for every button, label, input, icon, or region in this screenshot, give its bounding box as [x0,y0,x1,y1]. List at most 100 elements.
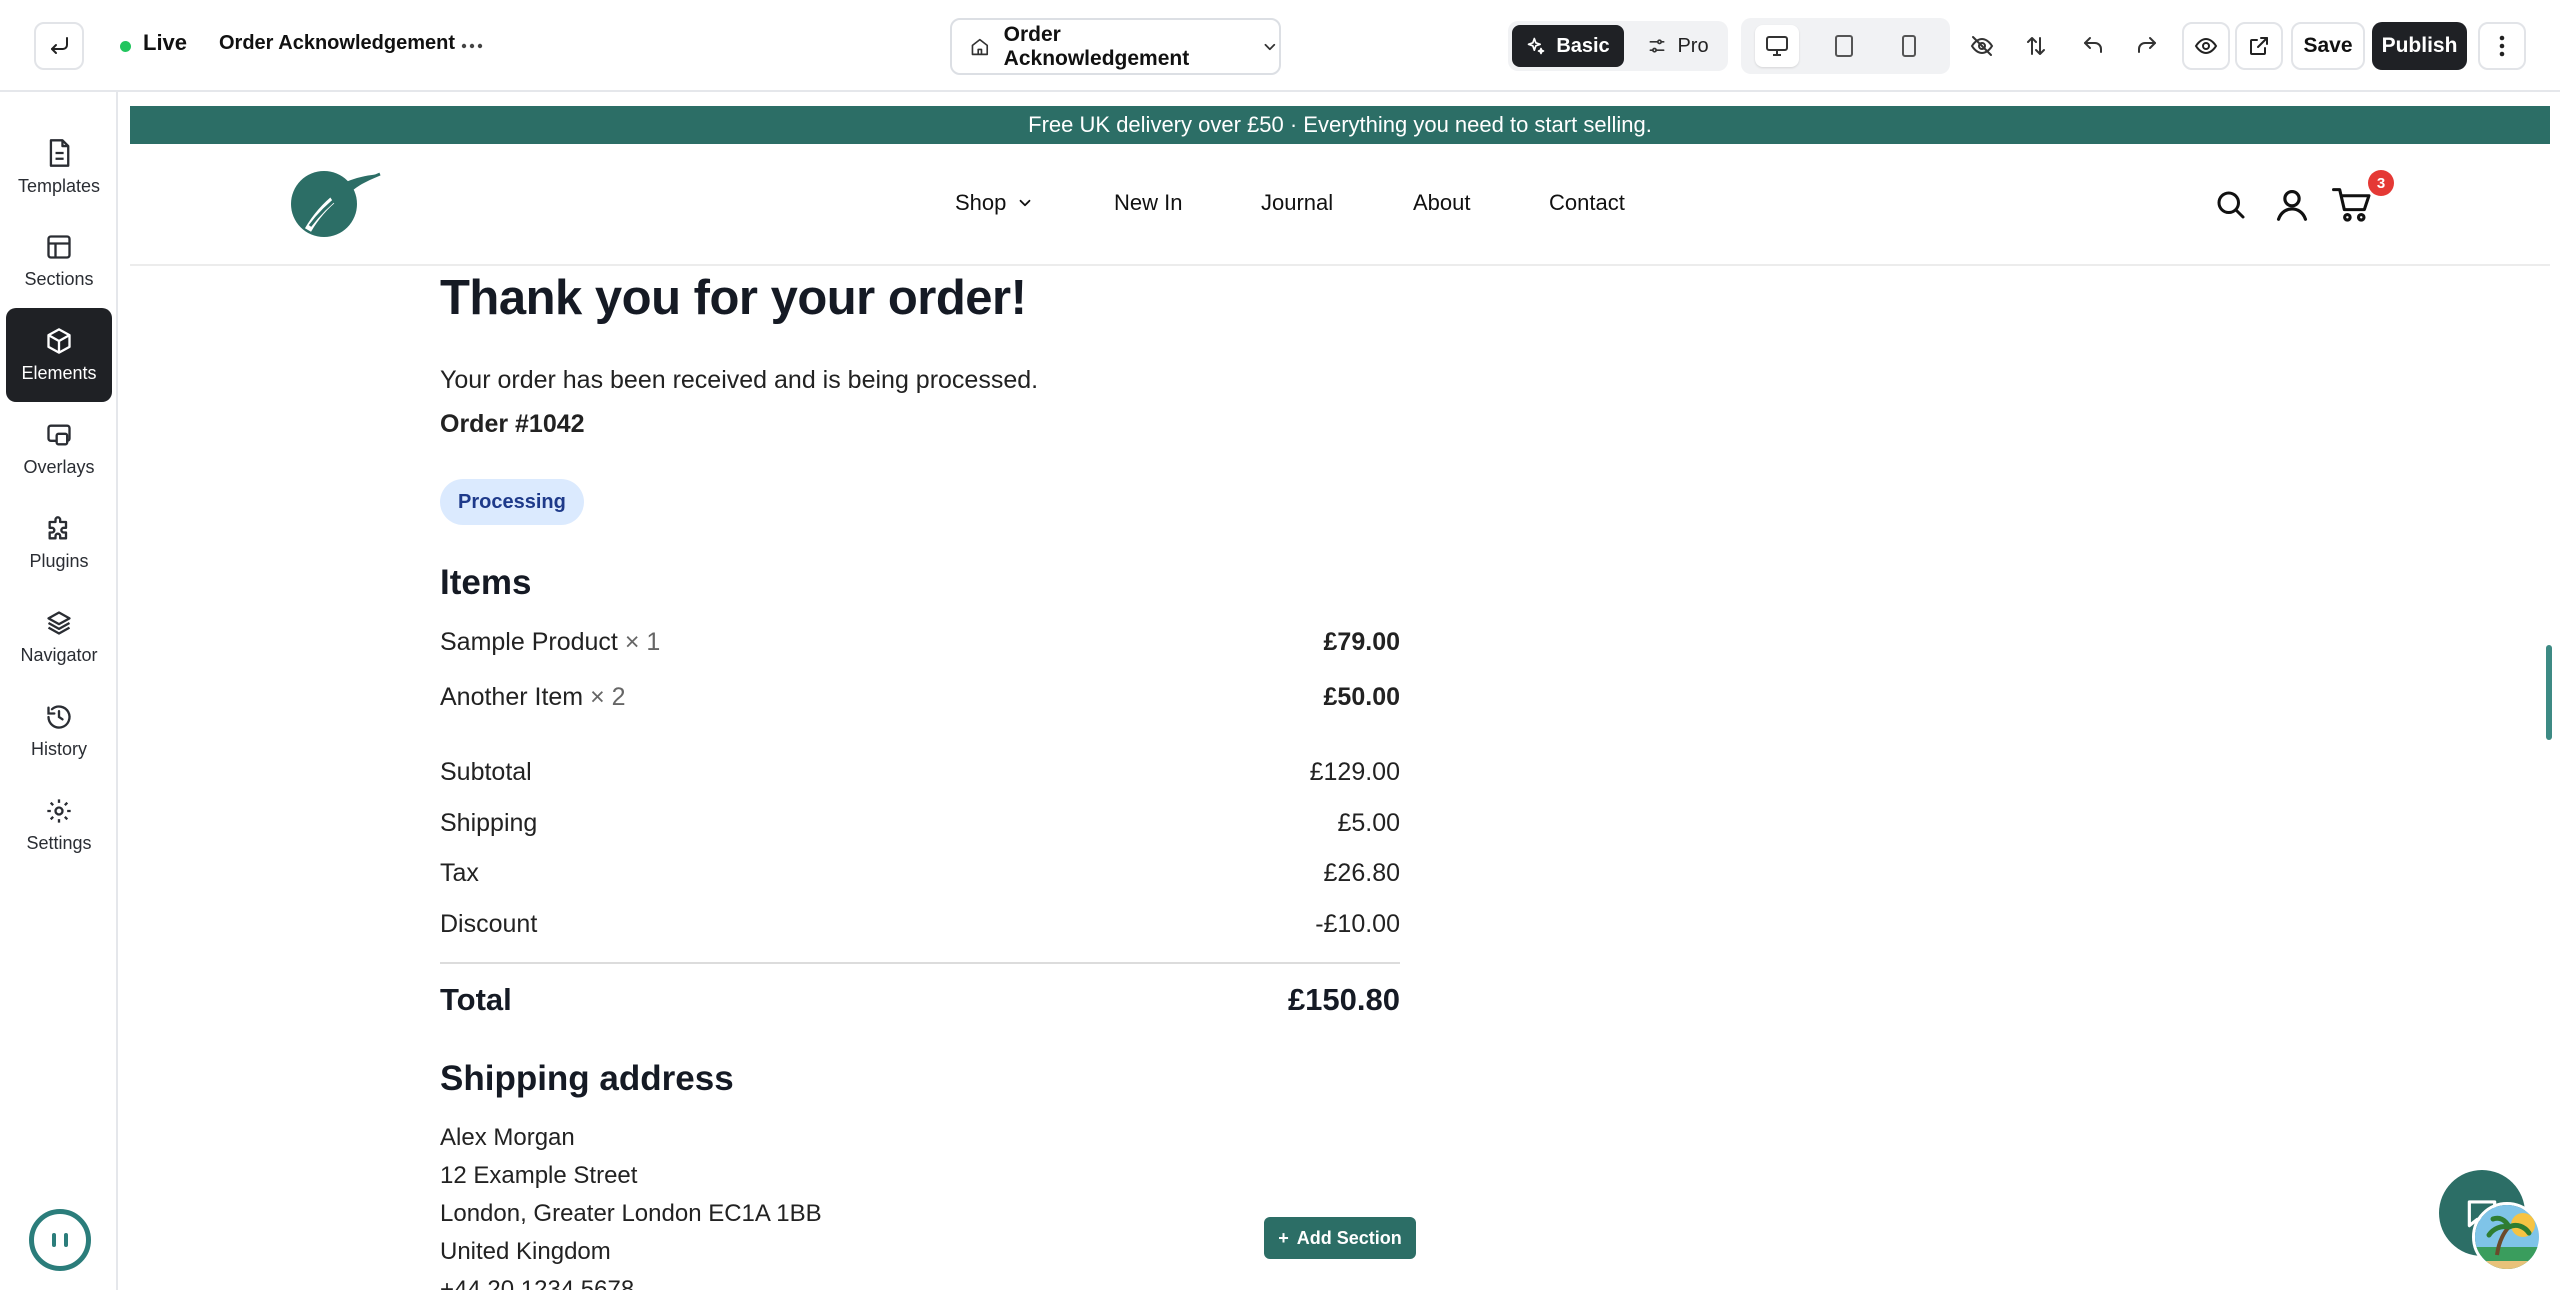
live-status-dot [120,41,131,52]
site-preview-canvas[interactable]: Free UK delivery over £50 · Everything y… [130,106,2550,1290]
chevron-down-icon [1264,43,1276,50]
assistant-button[interactable] [29,1209,91,1271]
sidebar-item-label: Plugins [29,550,89,571]
summary-row-discount: Discount -£10.00 [440,910,1400,939]
open-live-button[interactable] [2235,22,2283,70]
tablet-preview-button[interactable] [1822,25,1866,67]
chevron-down-icon [1019,199,1031,207]
preview-button[interactable] [2182,22,2230,70]
cart-icon [2332,188,2371,222]
sidebar-item-elements[interactable]: Elements [6,308,112,402]
summary-label: Subtotal [440,758,532,786]
nav-link-about[interactable]: About [1413,190,1471,216]
summary-divider [440,962,1400,964]
order-item-row: Sample Product × 1 £79.00 [440,628,1400,657]
user-avatar[interactable] [2472,1202,2542,1272]
page-options-button[interactable] [455,28,489,64]
sort-arrows-icon [2027,37,2045,55]
desktop-preview-button[interactable] [1755,25,1799,67]
redo-icon [2138,37,2156,53]
summary-row-shipping: Shipping £5.00 [440,809,1400,838]
order-confirmation-title: Thank you for your order! [440,271,1027,325]
publish-button[interactable]: Publish [2372,22,2467,70]
nav-link-contact[interactable]: Contact [1549,190,1625,216]
sidebar-item-label: History [30,738,87,759]
page-selector[interactable]: Order Acknowledgement [950,18,1281,75]
total-label: Total [440,982,512,1017]
layout-icon [47,234,71,259]
cart-button[interactable] [2332,186,2372,224]
site-header: Shop New In Journal About Contact 3 [130,144,2550,266]
item-price: £50.00 [1323,683,1400,711]
sidebar-item-sections[interactable]: Sections [6,214,112,308]
eye-off-icon [1970,36,1994,56]
announcement-bar: Free UK delivery over £50 · Everything y… [130,106,2550,144]
more-vertical-icon [2499,35,2505,57]
sidebar-item-settings[interactable]: Settings [6,778,112,872]
mode-basic-label: Basic [1556,34,1610,57]
search-button[interactable] [2213,187,2249,223]
search-icon [2217,191,2245,219]
nav-link-new-in[interactable]: New In [1114,190,1182,216]
reorder-button[interactable] [2014,24,2058,68]
cube-icon [47,327,71,354]
sidebar-item-overlays[interactable]: Overlays [6,402,112,496]
redo-button[interactable] [2125,24,2169,68]
sliders-icon [1649,39,1665,53]
puzzle-icon [48,515,68,539]
more-options-button[interactable] [2478,22,2526,70]
address-line: 12 Example Street [440,1162,638,1189]
item-quantity: × 2 [590,683,626,711]
save-button[interactable]: Save [2291,22,2365,70]
add-section-label: Add Section [1296,1227,1402,1248]
summary-value: £5.00 [1337,809,1400,837]
item-quantity: × 1 [624,628,661,656]
mobile-preview-button[interactable] [1887,25,1931,67]
sidebar-item-plugins[interactable]: Plugins [6,496,112,590]
order-item-row: Another Item × 2 £50.00 [440,683,1400,712]
assistant-face-icon [52,1233,68,1247]
summary-label: Discount [440,910,538,938]
sparkle-icon [1527,37,1545,55]
item-price: £79.00 [1323,628,1400,656]
total-value: £150.80 [1287,982,1400,1017]
summary-value: £129.00 [1309,758,1400,786]
brand-logo[interactable] [288,164,384,240]
sidebar-item-navigator[interactable]: Navigator [6,590,112,684]
shipping-address-heading: Shipping address [440,1059,734,1098]
mode-pro-label: Pro [1677,34,1709,57]
page-name: Order Acknowledgement [219,32,455,54]
home-icon [971,38,989,55]
document-icon [49,138,70,167]
undo-button[interactable] [2071,24,2115,68]
order-item-name: Another Item × 2 [440,683,626,712]
back-button[interactable] [34,22,84,70]
leaf-logo-icon [291,170,382,237]
sidebar-item-label: Sections [24,268,94,289]
add-section-button[interactable]: + Add Section [1264,1217,1416,1259]
more-horizontal-icon [461,43,483,49]
eye-icon [2194,37,2218,55]
gear-icon [47,798,71,823]
order-received-text: Your order has been received and is bein… [440,366,1039,394]
nav-link-shop[interactable]: Shop [955,190,1034,216]
address-line: Alex Morgan [440,1124,575,1151]
sidebar-item-history[interactable]: History [6,684,112,778]
canvas-scrollbar[interactable] [2546,645,2552,740]
sidebar-item-label: Settings [26,832,92,853]
account-button[interactable] [2273,186,2311,224]
mode-basic-button[interactable]: Basic [1512,25,1624,67]
mobile-icon [1902,35,1916,57]
nav-link-journal[interactable]: Journal [1261,190,1333,216]
undo-icon [2084,37,2102,53]
editor-sidebar: Templates Sections Elements Overlays Plu… [0,92,118,1290]
sidebar-item-templates[interactable]: Templates [6,120,112,214]
mode-pro-button[interactable]: Pro [1630,25,1726,67]
nav-link-label: Shop [955,190,1007,215]
summary-value: -£10.00 [1315,910,1400,938]
return-arrow-icon [51,37,68,54]
summary-value: £26.80 [1323,859,1400,887]
address-line: London, Greater London EC1A 1BB [440,1200,822,1227]
order-status-badge: Processing [440,479,584,525]
hide-elements-button[interactable] [1960,24,2004,68]
